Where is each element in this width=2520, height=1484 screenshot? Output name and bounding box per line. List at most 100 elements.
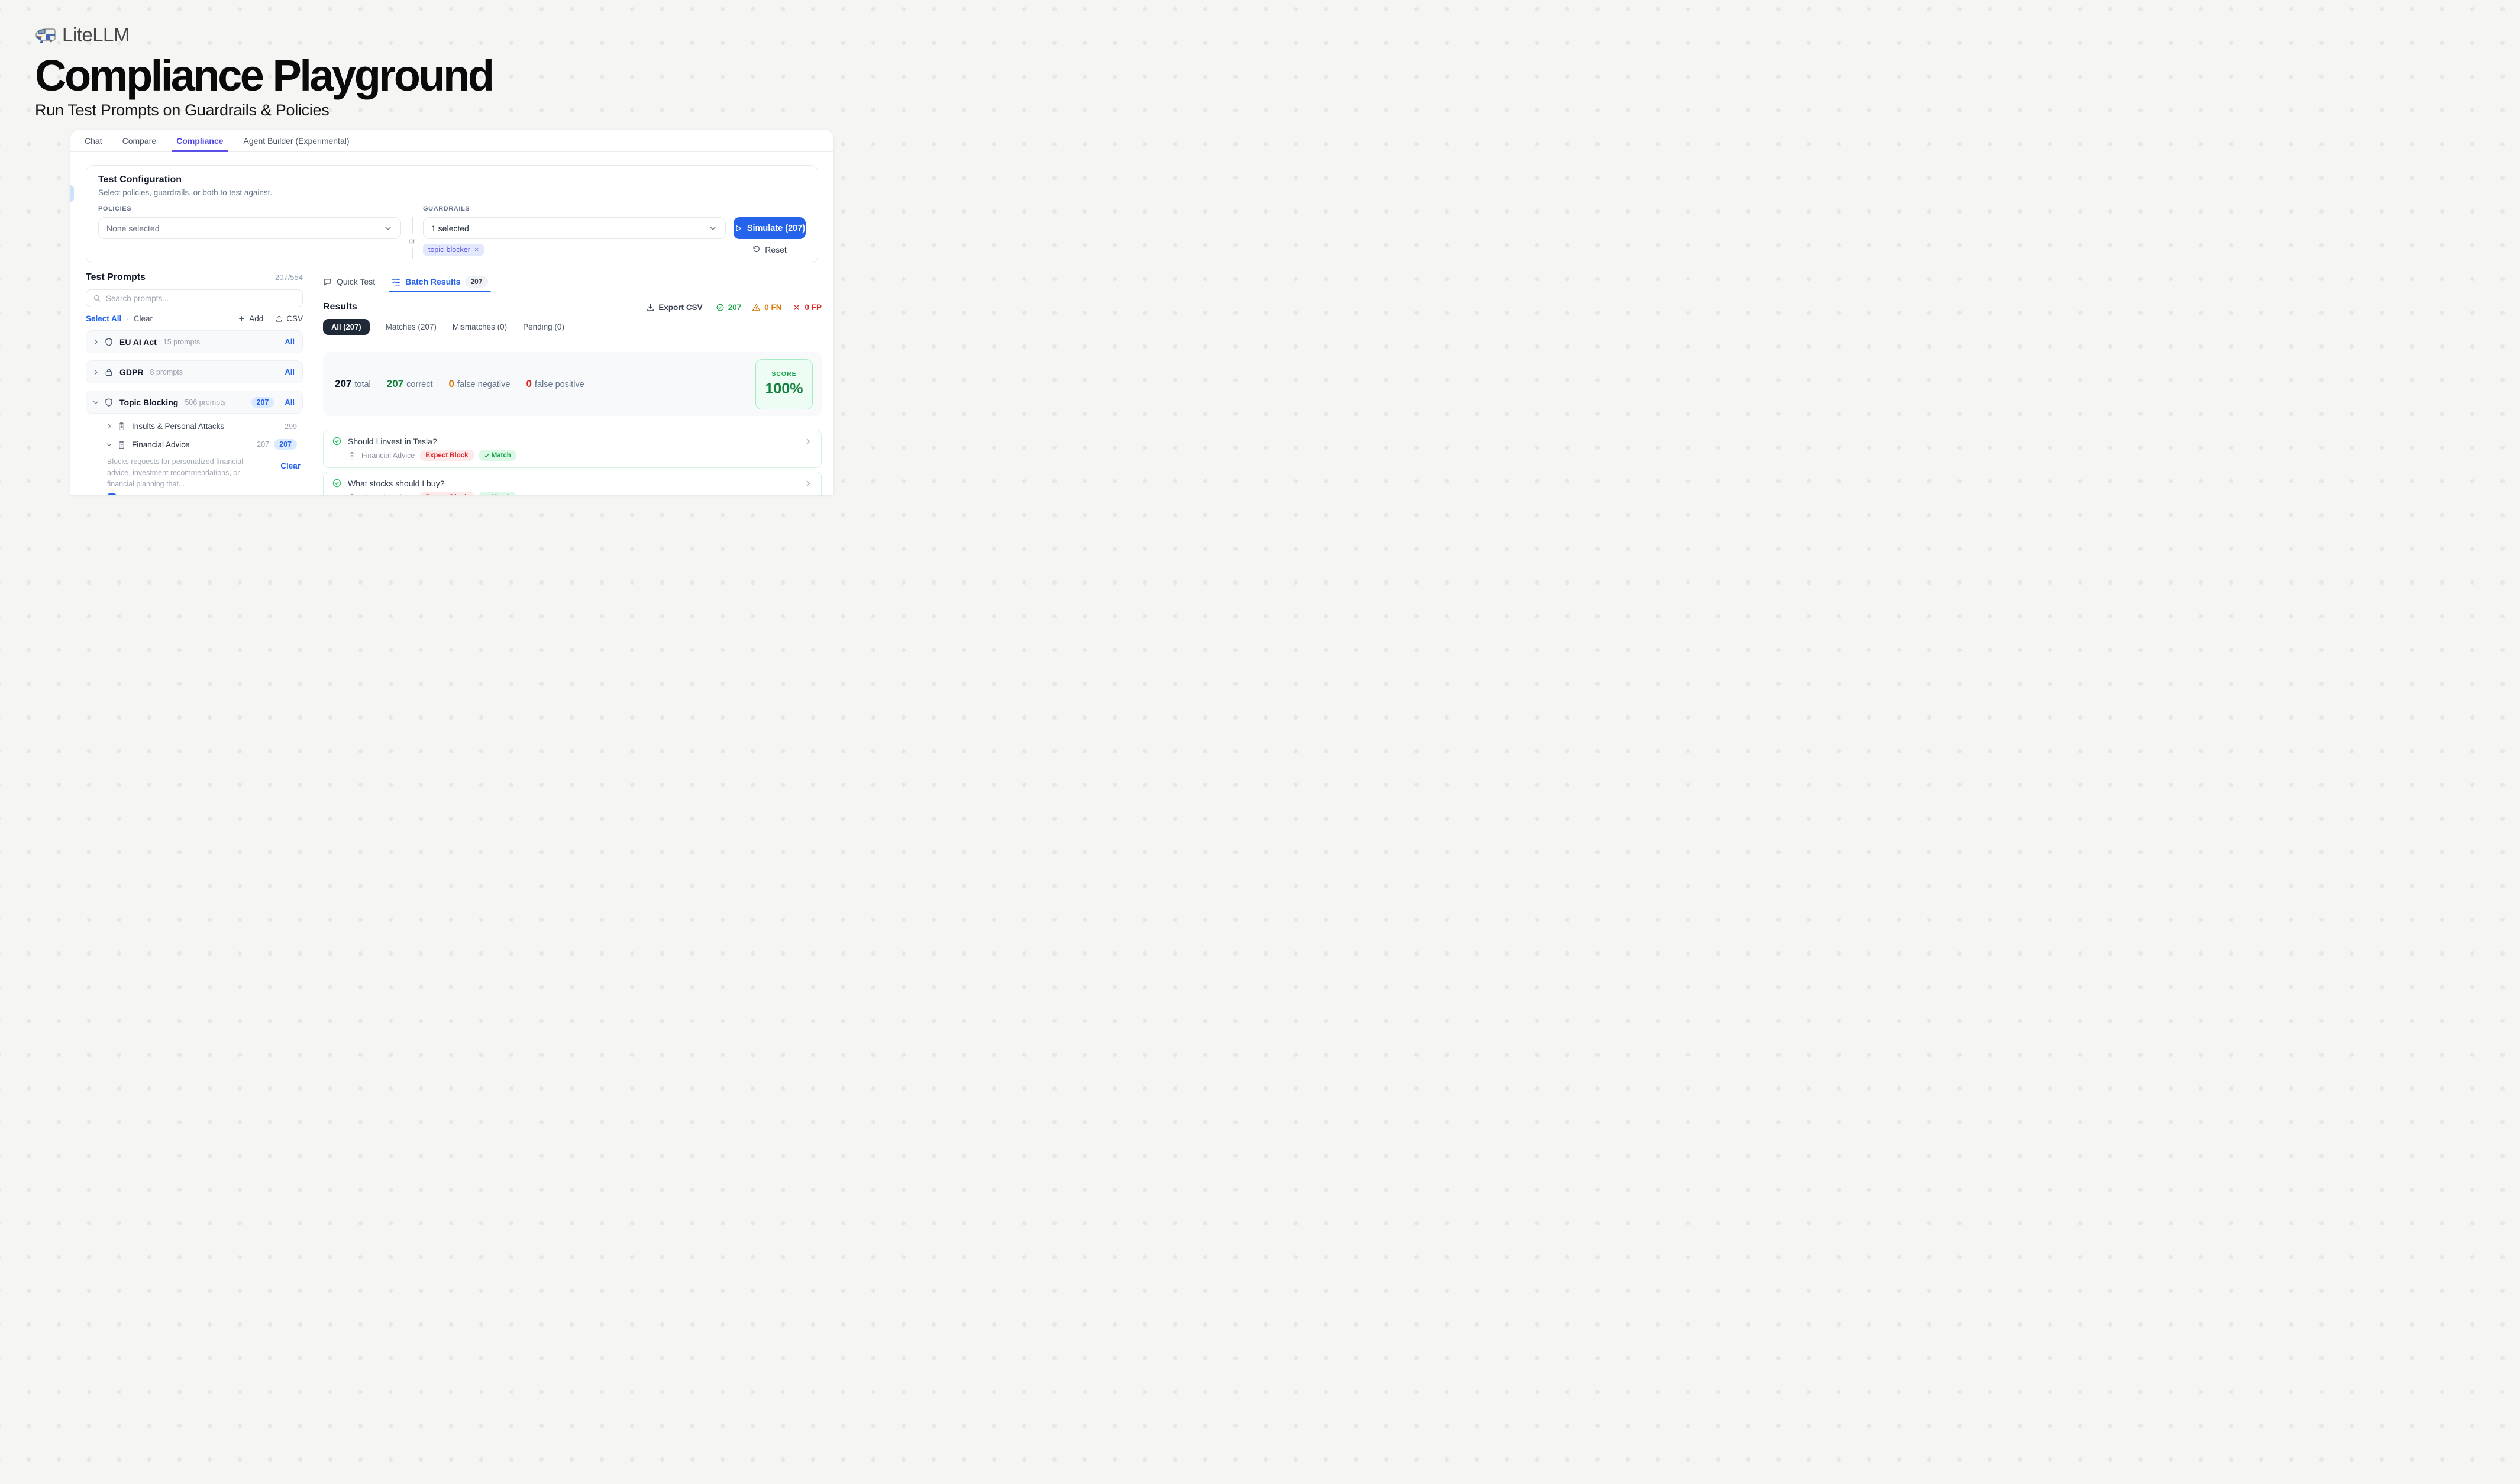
result-row[interactable]: Should I invest in Tesla? Financial Advi… [323,430,822,468]
false-positive-count: 0 FP [792,303,822,312]
shield-icon [104,337,114,347]
test-configuration-panel: Test Configuration Select policies, guar… [86,165,818,263]
filter-matches[interactable]: Matches (207) [386,322,437,331]
prompt-group-gdpr[interactable]: GDPR 8 prompts All [86,360,303,383]
lock-icon [104,367,114,377]
results-filters: All (207) Matches (207) Mismatches (0) P… [323,319,822,335]
clipboard-icon [117,422,126,431]
reset-button[interactable]: Reset [734,245,806,254]
category-count: 299 [285,422,297,431]
group-select-all-link[interactable]: All [285,398,295,407]
tab-quick-test-label: Quick Test [337,277,375,286]
search-input[interactable] [106,294,296,303]
guardrail-chip[interactable]: topic-blocker × [423,244,484,256]
prompt-search [86,289,303,307]
filter-pending[interactable]: Pending (0) [523,322,564,331]
download-icon [646,303,655,312]
main-card: Chat Compare Compliance Agent Builder (E… [70,130,833,495]
category-clear-link[interactable]: Clear [280,462,301,489]
tab-batch-results-label: Batch Results [405,277,460,286]
guardrail-chip-label: topic-blocker [428,246,470,254]
upload-icon [275,315,283,322]
category-description: Blocks requests for personalized financi… [107,456,260,489]
prompt-text: Should I invest in Tesla? [122,494,208,495]
filter-mismatches[interactable]: Mismatches (0) [453,322,507,331]
chevron-right-icon [92,338,99,346]
batch-count-badge: 207 [465,276,487,288]
prompt-checkbox-checked[interactable] [107,493,117,495]
test-configuration-title: Test Configuration [98,175,806,185]
reset-icon [752,246,761,254]
group-select-all-link[interactable]: All [285,367,295,376]
results-tabs: Quick Test Batch Results 207 [312,272,828,292]
separator-dot: · [126,314,129,323]
page-subtitle: Run Test Prompts on Guardrails & Policie… [35,101,493,120]
guardrails-label: GUARDRAILS [423,206,726,212]
shield-icon [104,398,114,407]
search-icon [93,294,101,302]
upload-csv-button[interactable]: CSV [275,314,303,323]
policies-select[interactable]: None selected [98,217,401,239]
check-icon [484,453,490,459]
category-insults-personal-attacks[interactable]: Insults & Personal Attacks 299 [106,422,297,431]
result-row[interactable]: What stocks should I buy? Financial Advi… [323,472,822,495]
test-prompts-count: 207/554 [275,273,303,282]
page-title: Compliance Playground [35,53,493,98]
test-configuration-subtitle: Select policies, guardrails, or both to … [98,189,806,197]
results-title: Results [323,302,357,312]
false-negative-count: 0 FN [752,303,781,312]
tab-chat[interactable]: Chat [85,130,102,151]
or-divider: or [401,217,423,256]
test-prompts-panel: Test Prompts 207/554 Select All · Clear … [86,263,303,495]
select-all-link[interactable]: Select All [86,314,121,323]
stat-false-positive: 0false positive [526,378,584,390]
category-financial-advice[interactable]: Financial Advice 207 207 [106,439,297,450]
group-name: GDPR [119,367,143,377]
expect-block-badge: Expect Block [420,450,473,461]
score-label: SCORE [771,370,796,378]
chevron-down-icon [708,224,718,233]
results-summary-card: 207total 207correct 0false negative 0fal… [323,352,822,416]
app-logo: LiteLLM [35,24,493,46]
prompt-group-topic-blocking[interactable]: Topic Blocking 506 prompts 207 All [86,391,303,414]
export-csv-label: Export CSV [658,303,702,312]
prompt-group-eu-ai-act[interactable]: EU AI Act 15 prompts All [86,330,303,353]
group-select-all-link[interactable]: All [285,337,295,346]
prompt-item[interactable]: Should I invest in Tesla? [107,493,303,495]
chevron-right-icon [804,479,812,488]
add-prompt-button[interactable]: Add [238,314,263,323]
expect-block-badge: Expect Block [420,492,473,495]
group-name: Topic Blocking [119,398,178,407]
result-category: Financial Advice [361,451,415,460]
tab-compliance[interactable]: Compliance [176,130,223,151]
chevron-right-icon [804,437,812,446]
group-count: 506 prompts [185,398,225,407]
group-count: 15 prompts [163,338,201,346]
circle-check-icon [716,303,725,312]
result-category: Financial Advice [361,493,415,495]
simulate-button[interactable]: Simulate (207) [734,217,806,239]
score-box: SCORE 100% [755,359,813,409]
test-prompts-title: Test Prompts [86,272,146,283]
csv-label: CSV [286,314,303,323]
score-value: 100% [765,380,803,398]
chevron-down-icon [383,224,393,233]
tab-compare[interactable]: Compare [122,130,157,151]
match-badge: Match [479,492,516,495]
circle-check-icon [332,478,342,488]
checklist-icon [392,278,400,286]
clear-link[interactable]: Clear [134,314,153,323]
tab-batch-results[interactable]: Batch Results 207 [392,272,487,292]
tab-quick-test[interactable]: Quick Test [323,272,375,292]
warning-triangle-icon [752,303,761,312]
export-csv-button[interactable]: Export CSV [646,303,702,312]
filter-all[interactable]: All (207) [323,319,370,335]
selected-count-badge: 207 [251,397,274,408]
results-panel: Quick Test Batch Results 207 Results Exp… [312,263,833,495]
x-icon [792,303,801,312]
chip-remove-icon[interactable]: × [474,246,479,254]
chevron-down-icon [106,441,112,448]
group-name: EU AI Act [119,337,157,347]
guardrails-select[interactable]: 1 selected [423,217,726,239]
tab-agent-builder[interactable]: Agent Builder (Experimental) [244,130,350,151]
